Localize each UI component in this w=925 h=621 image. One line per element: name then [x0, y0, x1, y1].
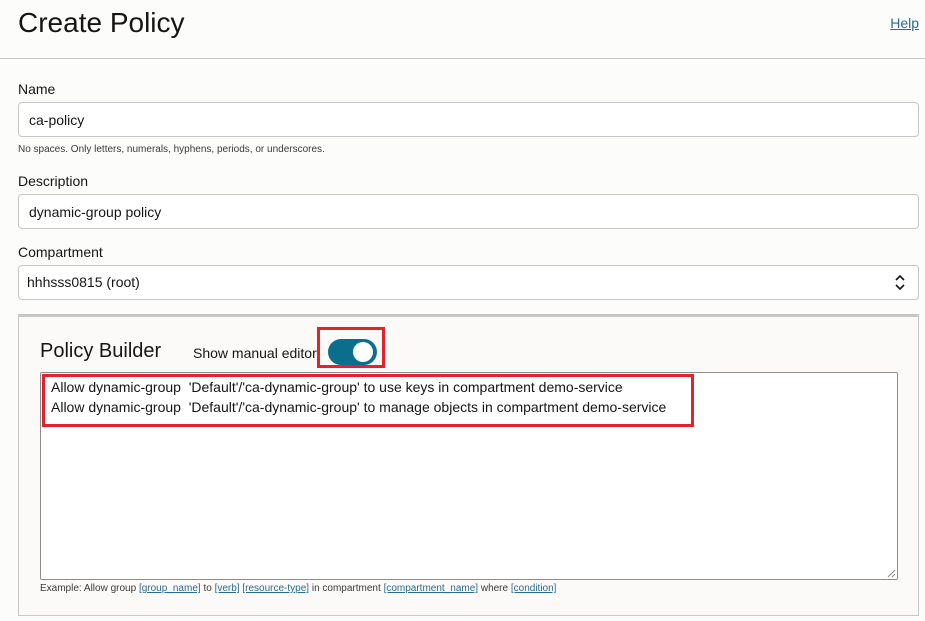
compartment-name-link[interactable]: [compartment_name]: [384, 583, 479, 594]
page-title: Create Policy: [18, 7, 185, 38]
example-prefix: Example: Allow group: [40, 583, 139, 594]
chevron-up-down-icon: [895, 274, 905, 291]
example-to: to: [200, 583, 215, 594]
resize-grip-icon[interactable]: [886, 568, 896, 578]
compartment-label: Compartment: [18, 244, 103, 260]
name-label: Name: [18, 81, 56, 97]
page-header: Create Policy Help: [0, 0, 925, 59]
help-link[interactable]: Help: [890, 15, 919, 31]
name-input[interactable]: [18, 102, 919, 137]
compartment-selected-value: hhhsss0815 (root): [27, 274, 140, 290]
group-name-link[interactable]: [group_name]: [139, 583, 201, 594]
compartment-select[interactable]: hhhsss0815 (root): [18, 265, 919, 300]
description-input[interactable]: [18, 194, 919, 229]
policy-builder-title: Policy Builder: [40, 340, 162, 362]
policy-statements-editor[interactable]: Allow dynamic-group 'Default'/'ca-dynami…: [40, 372, 898, 580]
policy-example-hint: Example: Allow group [group_name] to [ve…: [40, 583, 556, 594]
manual-editor-toggle-label: Show manual editor: [193, 345, 317, 361]
verb-link[interactable]: [verb]: [215, 583, 240, 594]
description-label: Description: [18, 173, 89, 189]
toggle-highlight-box: [317, 327, 385, 368]
statements-highlight-box: [42, 374, 694, 427]
resource-type-link[interactable]: [resource-type]: [242, 583, 309, 594]
example-where: where: [478, 583, 511, 594]
policy-builder-panel: Policy Builder Show manual editor Allow …: [18, 314, 919, 616]
condition-link[interactable]: [condition]: [511, 583, 557, 594]
example-in-compartment: in compartment: [309, 583, 384, 594]
name-hint: No spaces. Only letters, numerals, hyphe…: [18, 144, 325, 155]
